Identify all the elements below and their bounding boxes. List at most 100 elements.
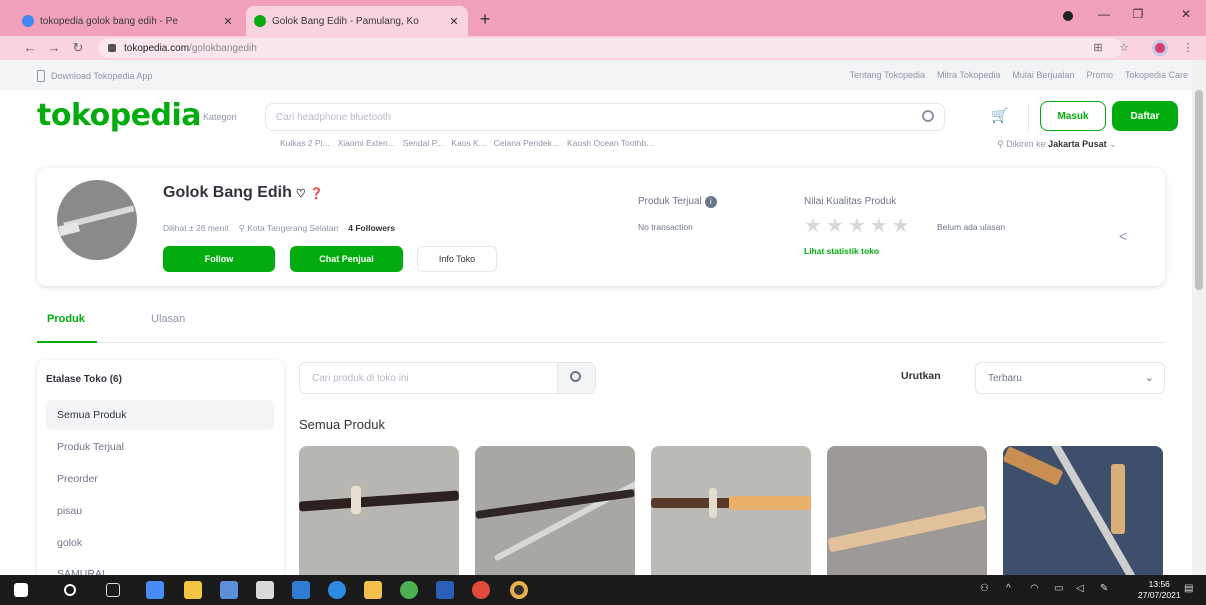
link-promo[interactable]: Promo [1086,70,1113,80]
task-view-icon[interactable] [106,583,120,597]
product-card[interactable] [475,446,635,580]
profile-avatar[interactable] [1152,40,1168,56]
showcase-item[interactable]: Produk Terjual [46,432,274,462]
login-button[interactable]: Masuk [1040,101,1106,131]
browser-tab-shop[interactable]: Golok Bang Edih - Pamulang, Ko ✕ [246,6,468,36]
translate-icon[interactable]: ⊞ [1090,40,1106,56]
store-icon[interactable] [220,581,238,599]
camera-icon[interactable] [256,581,274,599]
reload-icon[interactable]: ↻ [68,38,88,58]
system-clock[interactable]: 13:56 27/07/2021 [1138,579,1181,601]
shop-meta: Dilihat ± 26 menit ⚲ Kota Tangerang Sela… [163,223,395,234]
browser-tab-search[interactable]: tokopedia golok bang edih - Pe ✕ [14,6,242,36]
vertical-scrollbar[interactable] [1192,60,1206,575]
followers-count[interactable]: 4 Followers [348,223,395,234]
close-tab-icon[interactable]: ✕ [448,15,460,28]
sticky-notes-icon[interactable] [364,581,382,599]
keyword-link[interactable]: Xiaomi Exten... [338,138,395,148]
record-icon[interactable] [1054,7,1082,27]
file-explorer-icon[interactable] [184,581,202,599]
tab-produk[interactable]: Produk [37,313,97,343]
kategori-menu[interactable]: Kategori [203,112,237,122]
product-card[interactable] [299,446,459,580]
top-links: Tentang Tokopedia Mitra Tokopedia Mulai … [850,70,1188,80]
notification-icon[interactable]: ▤ [1184,583,1193,594]
logo[interactable]: tokopedia [37,98,202,133]
product-card[interactable] [1003,446,1163,580]
app-icon[interactable] [292,581,310,599]
volume-icon[interactable]: ◁ [1076,583,1084,594]
quality-label: Nilai Kualitas Produk [804,196,897,207]
browser-tabbar: tokopedia golok bang edih - Pe ✕ Golok B… [0,0,1206,36]
product-search-button[interactable] [557,363,595,393]
dropbox-icon[interactable] [146,581,164,599]
location-pin-icon: ⚲ [238,223,248,233]
new-tab-icon[interactable]: + [474,8,496,30]
link-mulai[interactable]: Mulai Berjualan [1012,70,1074,80]
delivery-location[interactable]: ⚲ Dikirim ke Jakarta Pusat ⌄ [997,139,1117,150]
word-icon[interactable] [436,581,454,599]
shop-stats-link[interactable]: Lihat statistik toko [804,246,879,256]
windows-start-icon[interactable] [14,583,28,597]
search-icon[interactable] [64,584,76,596]
battery-icon[interactable]: ▭ [1054,583,1063,594]
sort-select[interactable]: Terbaru ⌄ [975,362,1165,394]
keyword-link[interactable]: Sendal P... [403,138,444,148]
showcase-item[interactable]: pisau [46,496,274,526]
search-icon[interactable] [922,110,934,122]
product-image [299,490,459,512]
shop-location: ⚲ Kota Tangerang Selatan [239,223,339,234]
help-icon[interactable]: ❓ [310,188,324,200]
sort-value: Terbaru [988,373,1022,384]
app-icon[interactable] [472,581,490,599]
showcase-item[interactable]: Semua Produk [46,400,274,430]
wifi-icon[interactable]: ◠ [1030,583,1039,594]
minimize-icon[interactable]: — [1090,7,1118,27]
download-app-link[interactable]: Download Tokopedia App [37,70,152,82]
pen-icon[interactable]: ✎ [1100,583,1108,594]
back-icon[interactable]: ← [20,38,40,58]
star-icon[interactable]: ☆ [1116,40,1132,56]
divider [1028,104,1029,130]
product-card[interactable] [651,446,811,580]
link-tentang[interactable]: Tentang Tokopedia [850,70,925,80]
info-icon[interactable]: i [704,196,717,208]
scrollbar-thumb[interactable] [1195,90,1203,290]
url-input[interactable]: tokopedia.com/golokbangedih [98,38,1122,58]
product-card[interactable] [827,446,987,580]
chrome-active-icon[interactable] [510,581,528,599]
follow-button[interactable]: Follow [163,246,275,272]
close-tab-icon[interactable]: ✕ [222,15,234,28]
product-image [475,488,635,520]
chevron-up-icon[interactable]: ^ [1006,583,1011,594]
cart-icon[interactable]: 🛒 [990,107,1010,127]
register-button[interactable]: Daftar [1112,101,1178,131]
chrome-icon[interactable] [400,581,418,599]
close-window-icon[interactable]: ✕ [1172,7,1200,27]
menu-icon[interactable]: ⋮ [1180,40,1196,56]
keyword-link[interactable]: Kaosh Ocean Toothb... [567,138,653,148]
address-bar: ← → ↻ tokopedia.com/golokbangedih ⊞ ☆ ⋮ [0,36,1206,60]
keyword-link[interactable]: Kulkas 2 Pi... [280,138,330,148]
product-image [1111,464,1125,534]
product-search-input[interactable]: Cari produk di toko ini [299,362,596,394]
forward-icon[interactable]: → [44,38,64,58]
search-input[interactable]: Cari headphone bluetooth [265,103,945,131]
link-care[interactable]: Tokopedia Care [1125,70,1188,80]
tab-ulasan[interactable]: Ulasan [151,313,185,325]
showcase-title: Etalase Toko (6) [46,374,122,385]
keyword-link[interactable]: Kaos K... [451,138,486,148]
showcase-item[interactable]: golok [46,528,274,558]
product-image [351,486,361,514]
shop-info-button[interactable]: Info Toko [417,246,497,272]
chat-seller-button[interactable]: Chat Penjual [290,246,403,272]
link-mitra[interactable]: Mitra Tokopedia [937,70,1000,80]
showcase-item[interactable]: Preorder [46,464,274,494]
shop-header-card: Golok Bang Edih ♡ ❓ Dilihat ± 26 menit ⚲ K… [37,168,1165,286]
share-icon[interactable]: < [1119,228,1127,244]
maximize-icon[interactable]: ❐ [1124,7,1152,27]
keyword-link[interactable]: Celana Pendek... [494,138,559,148]
product-image [709,488,717,518]
edge-icon[interactable] [328,581,346,599]
people-icon[interactable]: ⚇ [980,583,989,594]
